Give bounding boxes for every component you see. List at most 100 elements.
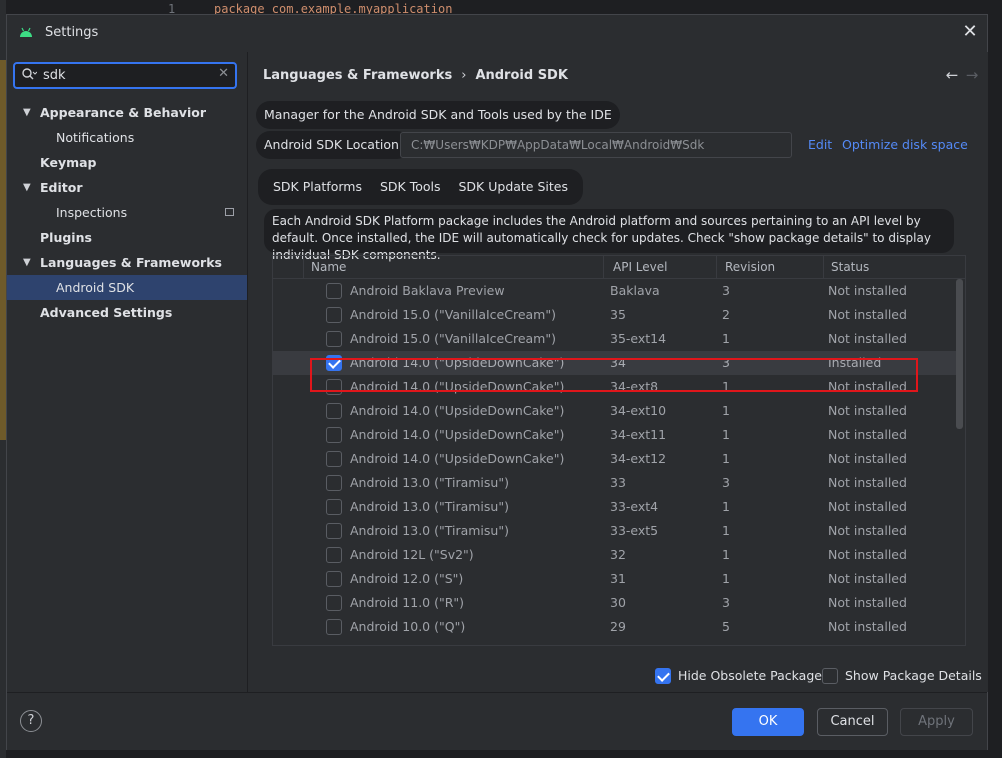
api-level: 30 <box>610 595 626 610</box>
title-bar: Settings ✕ <box>7 15 987 51</box>
package-checkbox[interactable] <box>326 523 342 539</box>
sidebar-item-advanced-settings[interactable]: Advanced Settings <box>7 300 247 325</box>
package-name: Android 10.0 ("Q") <box>350 619 466 634</box>
table-row[interactable]: Android 11.0 ("R") 30 3 Not installed <box>273 591 959 615</box>
install-status: Not installed <box>828 307 907 322</box>
sidebar-item-plugins[interactable]: Plugins <box>7 225 247 250</box>
back-arrow-icon[interactable]: ← <box>942 66 962 84</box>
sidebar-item-label: Notifications <box>56 130 135 145</box>
sidebar-item-android-sdk[interactable]: Android SDK <box>7 275 247 300</box>
revision: 3 <box>722 595 730 610</box>
package-checkbox[interactable] <box>326 331 342 347</box>
search-box[interactable]: ✕ <box>13 62 237 89</box>
package-checkbox[interactable] <box>326 475 342 491</box>
sidebar-item-notifications[interactable]: Notifications <box>7 125 247 150</box>
hide-obsolete-checkbox[interactable] <box>655 668 671 684</box>
package-name: Android 12L ("Sv2") <box>350 547 474 562</box>
install-status: Not installed <box>828 331 907 346</box>
revision: 1 <box>722 427 730 442</box>
package-checkbox[interactable] <box>326 571 342 587</box>
table-row[interactable]: Android 12.0 ("S") 31 1 Not installed <box>273 567 959 591</box>
package-checkbox[interactable] <box>326 283 342 299</box>
ok-button[interactable]: OK <box>732 708 804 736</box>
package-checkbox[interactable] <box>326 355 342 371</box>
apply-button[interactable]: Apply <box>900 708 973 736</box>
clear-search-icon[interactable]: ✕ <box>218 66 229 81</box>
table-row[interactable]: Android 13.0 ("Tiramisu") 33 3 Not installe… <box>273 471 959 495</box>
api-level: 34-ext11 <box>610 427 667 442</box>
package-checkbox[interactable] <box>326 619 342 635</box>
table-row[interactable]: Android 12L ("Sv2") 32 1 Not installed <box>273 543 959 567</box>
install-status: Not installed <box>828 499 907 514</box>
table-row[interactable]: Android 15.0 ("VanillaIceCream") 35 2 Not i… <box>273 303 959 327</box>
sidebar-item-label: Keymap <box>40 155 97 170</box>
optimize-disk-space-link[interactable]: Optimize disk space <box>842 132 968 158</box>
package-checkbox[interactable] <box>326 451 342 467</box>
install-status: Not installed <box>828 451 907 466</box>
help-icon[interactable]: ? <box>20 710 42 732</box>
table-row[interactable]: Android 10.0 ("Q") 29 5 Not installed <box>273 615 959 639</box>
tab-sdk-platforms[interactable]: SDK Platforms <box>264 169 371 205</box>
history-navigation: ← → <box>942 66 982 84</box>
package-name: Android 13.0 ("Tiramisu") <box>350 475 509 490</box>
sdk-platforms-table: Name API Level Revision Status Android B… <box>272 255 966 646</box>
table-row[interactable]: Android 13.0 ("Tiramisu") 33-ext4 1 Not ins… <box>273 495 959 519</box>
sidebar-item-label: Editor <box>40 180 83 195</box>
show-details-checkbox[interactable] <box>822 668 838 684</box>
tab-sdk-tools[interactable]: SDK Tools <box>371 169 450 205</box>
table-row[interactable]: Android 14.0 ("UpsideDownCake") 34-ext11 1… <box>273 423 959 447</box>
sidebar-item-languages-frameworks[interactable]: ▼ Languages & Frameworks <box>7 250 247 275</box>
api-level: 33-ext5 <box>610 523 659 538</box>
column-header-status[interactable]: Status <box>831 256 869 278</box>
chevron-down-icon[interactable]: ▼ <box>23 175 35 200</box>
package-checkbox[interactable] <box>326 427 342 443</box>
column-header-revision[interactable]: Revision <box>725 256 775 278</box>
cancel-button[interactable]: Cancel <box>817 708 888 736</box>
table-scrollbar[interactable] <box>956 279 963 429</box>
tab-sdk-update-sites[interactable]: SDK Update Sites <box>450 169 578 205</box>
package-checkbox[interactable] <box>326 379 342 395</box>
close-icon[interactable]: ✕ <box>959 21 981 43</box>
table-row[interactable]: Android 14.0 ("UpsideDownCake") 34-ext10 1… <box>273 399 959 423</box>
package-checkbox[interactable] <box>326 403 342 419</box>
package-checkbox[interactable] <box>326 547 342 563</box>
sdk-location-field[interactable]: C:₩Users₩KDP₩AppData₩Local₩Android₩Sdk <box>400 132 792 158</box>
package-checkbox[interactable] <box>326 307 342 323</box>
revision: 3 <box>722 355 730 370</box>
sidebar-item-inspections[interactable]: Inspections <box>7 200 247 225</box>
package-checkbox[interactable] <box>326 499 342 515</box>
chevron-down-icon[interactable]: ▼ <box>23 250 35 275</box>
install-status: Not installed <box>828 595 907 610</box>
header-divider <box>603 256 604 278</box>
package-name: Android 14.0 ("UpsideDownCake") <box>350 379 565 394</box>
chevron-down-icon[interactable]: ▼ <box>23 100 35 125</box>
table-row[interactable]: Android 13.0 ("Tiramisu") 33-ext5 1 Not ins… <box>273 519 959 543</box>
editor-code-line: 1 package com.example.myapplication <box>150 0 1002 16</box>
edit-link[interactable]: Edit <box>808 132 832 158</box>
sdk-tabs: SDK Platforms SDK Tools SDK Update Sites <box>258 169 583 205</box>
package-checkbox[interactable] <box>326 595 342 611</box>
table-row[interactable]: Android 14.0 ("UpsideDownCake") 34-ext12 1… <box>273 447 959 471</box>
sidebar-item-appearance-behavior[interactable]: ▼ Appearance & Behavior <box>7 100 247 125</box>
package-name: Android 13.0 ("Tiramisu") <box>350 523 509 538</box>
sidebar-item-label: Advanced Settings <box>40 305 173 320</box>
table-row[interactable]: Android 14.0 ("UpsideDownCake") 34-ext8 1 N… <box>273 375 959 399</box>
table-row[interactable]: Android 14.0 ("UpsideDownCake") 34 3 Instal… <box>273 351 959 375</box>
revision: 1 <box>722 499 730 514</box>
api-level: 33-ext4 <box>610 499 659 514</box>
column-header-api-level[interactable]: API Level <box>613 256 667 278</box>
sidebar-item-keymap[interactable]: Keymap <box>7 150 247 175</box>
table-row[interactable]: Android 15.0 ("VanillaIceCream") 35-ext14… <box>273 327 959 351</box>
package-name: Android Baklava Preview <box>350 283 505 298</box>
api-level: 35 <box>610 307 626 322</box>
sidebar-item-label: Languages & Frameworks <box>40 255 222 270</box>
api-level: 34-ext10 <box>610 403 667 418</box>
sidebar-item-editor[interactable]: ▼ Editor <box>7 175 247 200</box>
show-details-label: Show Package Details <box>845 668 982 683</box>
column-header-name[interactable]: Name <box>311 256 346 278</box>
search-input[interactable] <box>43 66 203 85</box>
breadcrumb-parent[interactable]: Languages & Frameworks <box>263 68 452 83</box>
package-name: Android 15.0 ("VanillaIceCream") <box>350 307 556 322</box>
forward-arrow-icon[interactable]: → <box>962 66 982 84</box>
table-row[interactable]: Android Baklava Preview Baklava 3 Not insta… <box>273 279 959 303</box>
